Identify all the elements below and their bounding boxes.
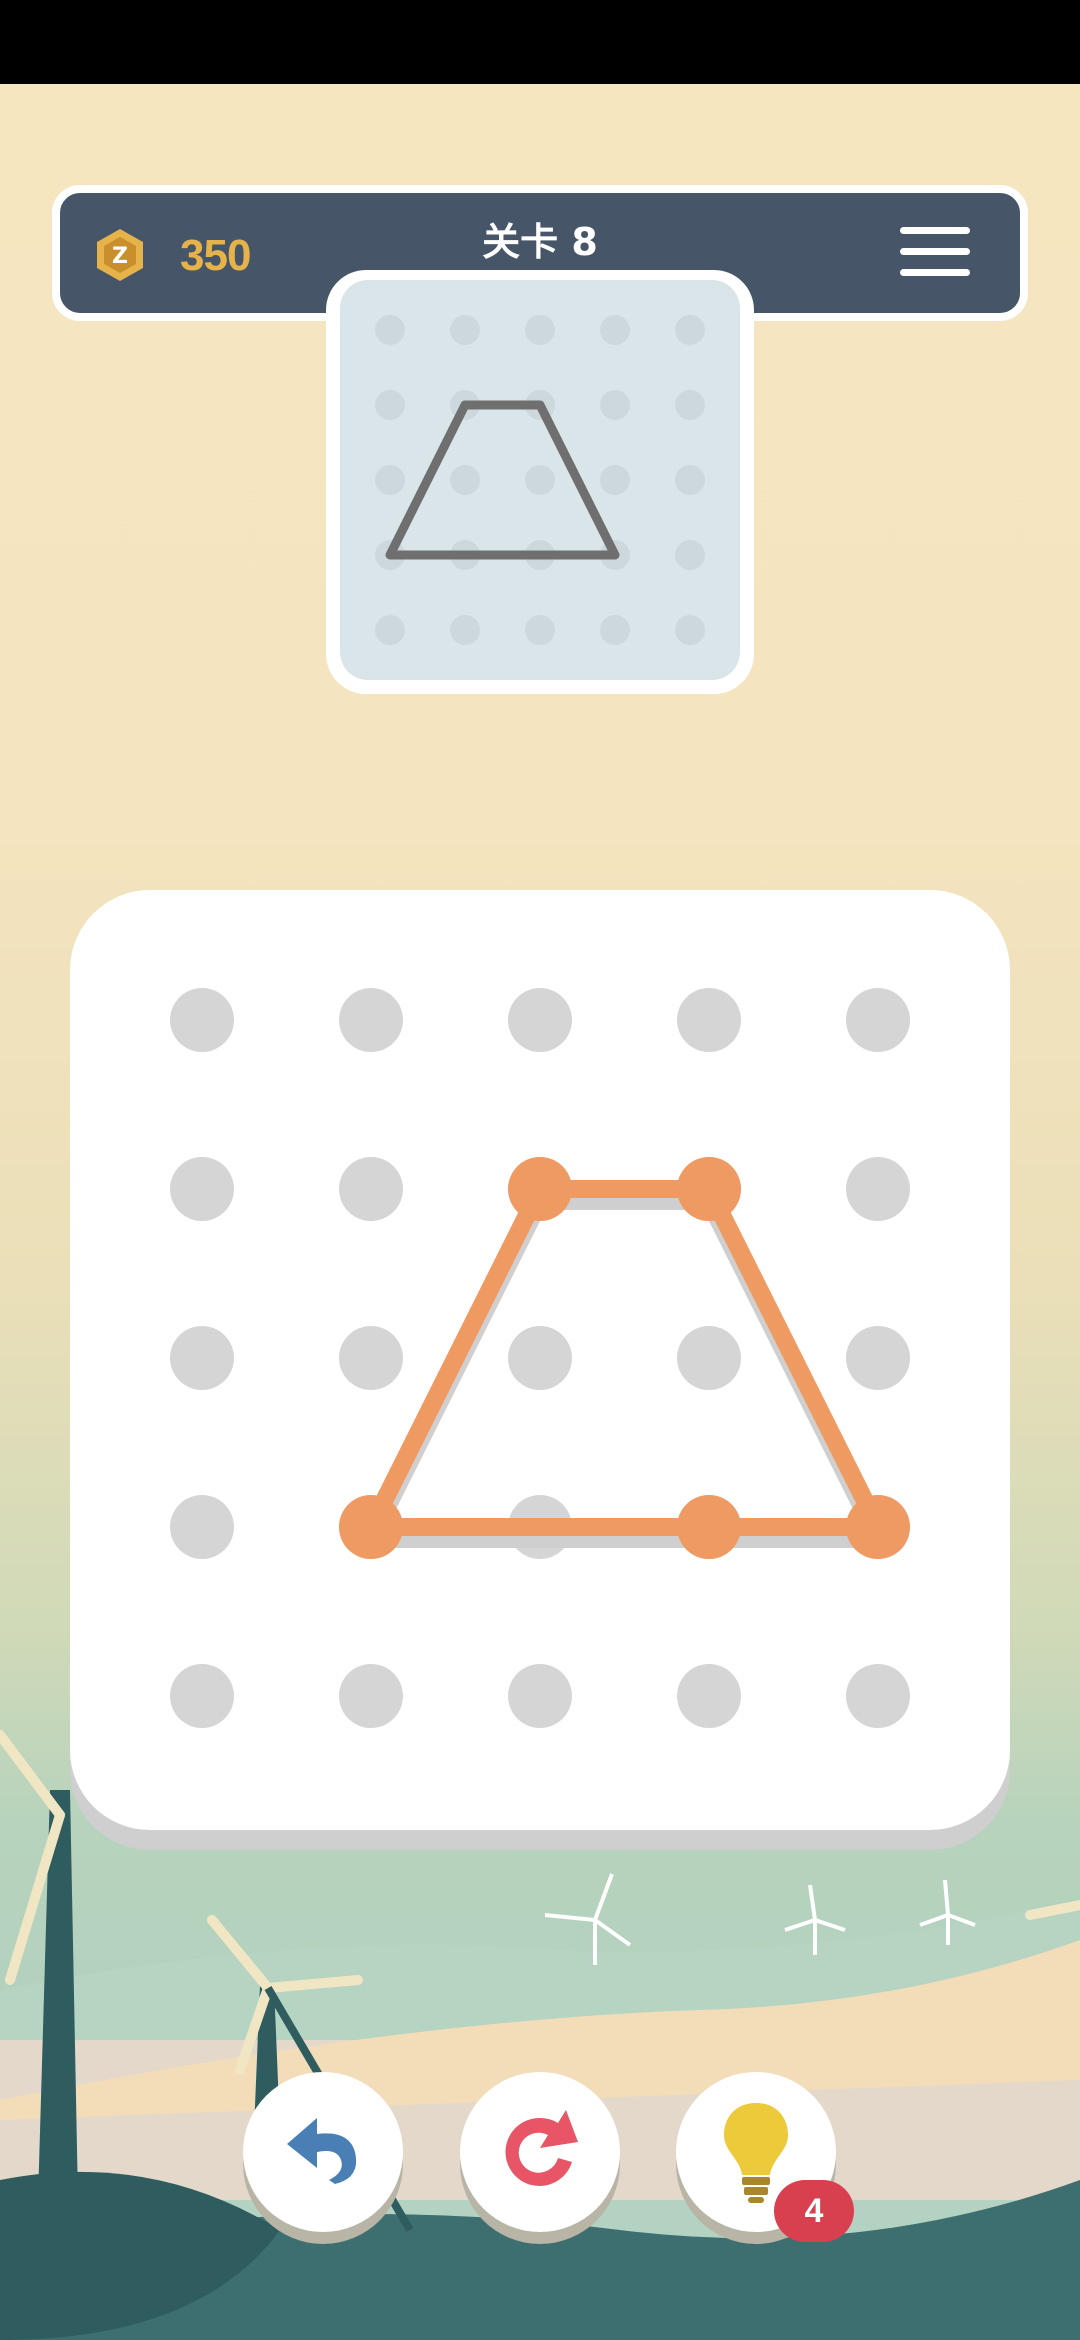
board-peg[interactable] — [677, 1326, 741, 1390]
restart-icon — [505, 2110, 578, 2186]
preview-peg — [450, 465, 480, 495]
drawn-line — [362, 1180, 887, 1536]
preview-peg — [600, 390, 630, 420]
preview-peg — [675, 465, 705, 495]
undo-arrow-icon — [287, 2118, 357, 2184]
board-peg[interactable] — [339, 1326, 403, 1390]
preview-peg — [375, 315, 405, 345]
board-peg[interactable] — [846, 988, 910, 1052]
preview-peg — [600, 615, 630, 645]
preview-peg — [375, 615, 405, 645]
preview-peg — [600, 315, 630, 345]
peg-board[interactable] — [70, 890, 1010, 1830]
active-peg — [846, 1495, 910, 1559]
hint-count-badge: 4 — [774, 2180, 854, 2242]
preview-peg — [525, 465, 555, 495]
board-peg[interactable] — [677, 1664, 741, 1728]
board-peg[interactable] — [339, 1157, 403, 1221]
preview-peg — [525, 615, 555, 645]
active-peg — [677, 1495, 741, 1559]
preview-peg — [450, 315, 480, 345]
restart-button[interactable] — [460, 2072, 620, 2232]
preview-peg — [675, 315, 705, 345]
board-peg[interactable] — [170, 1157, 234, 1221]
active-peg — [339, 1495, 403, 1559]
preview-peg — [525, 315, 555, 345]
board-peg[interactable] — [846, 1157, 910, 1221]
undo-button[interactable] — [243, 2072, 403, 2232]
active-peg — [677, 1157, 741, 1221]
board-peg[interactable] — [508, 988, 572, 1052]
preview-peg — [375, 390, 405, 420]
target-shape-preview — [326, 270, 754, 694]
board-peg[interactable] — [170, 1664, 234, 1728]
board-peg[interactable] — [846, 1326, 910, 1390]
board-peg[interactable] — [508, 1664, 572, 1728]
board-peg[interactable] — [846, 1664, 910, 1728]
active-peg — [508, 1157, 572, 1221]
board-peg[interactable] — [170, 1326, 234, 1390]
preview-peg — [600, 465, 630, 495]
preview-peg — [675, 390, 705, 420]
board-peg[interactable] — [677, 988, 741, 1052]
board-peg[interactable] — [170, 988, 234, 1052]
board-peg[interactable] — [170, 1495, 234, 1559]
preview-peg — [375, 465, 405, 495]
target-shape-outline — [385, 400, 620, 560]
level-title: 关卡 8 — [482, 220, 598, 264]
preview-peg — [675, 540, 705, 570]
board-peg[interactable] — [508, 1326, 572, 1390]
board-peg[interactable] — [339, 1664, 403, 1728]
preview-peg — [675, 615, 705, 645]
preview-peg — [450, 615, 480, 645]
peg-grid[interactable] — [70, 890, 1010, 1830]
hamburger-menu-icon[interactable] — [900, 227, 970, 279]
board-peg[interactable] — [339, 988, 403, 1052]
target-shape-canvas — [375, 315, 705, 645]
